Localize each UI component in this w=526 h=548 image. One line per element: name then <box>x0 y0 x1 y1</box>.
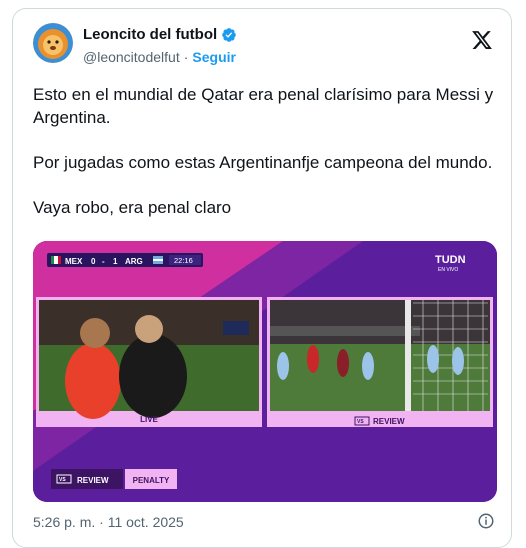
bottom-vs-icon: VS <box>59 477 66 483</box>
review-label: REVIEW <box>373 417 405 426</box>
handle-separator: · <box>183 49 189 65</box>
broadcaster-logo: TUDN <box>435 254 466 266</box>
follow-button[interactable]: Seguir <box>192 49 236 65</box>
tweet-timestamp[interactable]: 5:26 p. m. · 11 oct. 2025 <box>33 514 184 530</box>
author-handle[interactable]: @leoncitodelfut <box>83 49 180 65</box>
var-broadcast-image: MEX 0 - 1 ARG 22:16 TUDN EN VIVO LIVE VS… <box>33 241 497 502</box>
scorebug-home-score: 0 <box>91 257 96 266</box>
bottom-review-label: REVIEW <box>77 476 109 485</box>
author-name-row: Leoncito del futbol <box>83 26 237 43</box>
tweet-card: Leoncito del futbol @leoncitodelfut · Se… <box>12 8 512 548</box>
author-name[interactable]: Leoncito del futbol <box>83 26 217 43</box>
tweet-paragraph: Por jugadas como estas Argentinanfje cam… <box>33 153 493 172</box>
scorebug-home: MEX <box>65 257 83 266</box>
review-vs-icon: VS <box>357 419 364 425</box>
scorebug-separator: - <box>102 257 105 266</box>
x-logo-icon[interactable] <box>471 29 493 51</box>
info-icon[interactable] <box>477 512 495 530</box>
live-label: LIVE <box>140 415 158 424</box>
author-handle-row: @leoncitodelfut · Seguir <box>83 49 236 65</box>
verified-icon <box>222 27 236 42</box>
scorebug-away-score: 1 <box>113 257 118 266</box>
bottom-penalty-label: PENALTY <box>133 476 170 485</box>
lion-avatar-image <box>33 23 73 63</box>
tweet-paragraph: Esto en el mundial de Qatar era penal cl… <box>33 85 497 127</box>
tweet-text: Esto en el mundial de Qatar era penal cl… <box>33 83 498 241</box>
scorebug-away: ARG <box>125 257 143 266</box>
tweet-media[interactable]: MEX 0 - 1 ARG 22:16 TUDN EN VIVO LIVE VS… <box>33 241 497 502</box>
broadcaster-sub: EN VIVO <box>438 267 458 273</box>
avatar[interactable] <box>33 23 73 63</box>
scorebug-clock: 22:16 <box>174 256 193 265</box>
tweet-paragraph: Vaya robo, era penal claro <box>33 198 232 217</box>
